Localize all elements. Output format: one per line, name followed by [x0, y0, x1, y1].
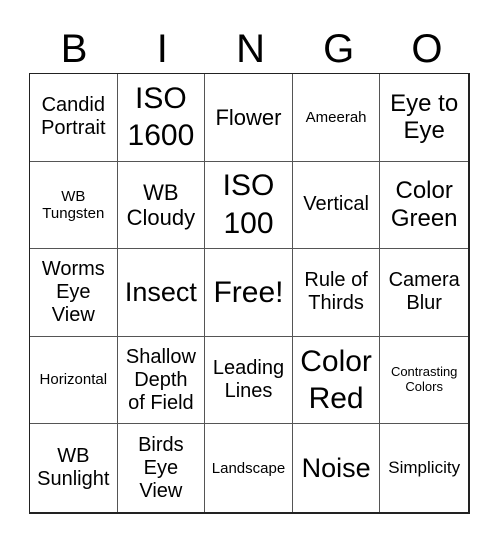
bingo-cell[interactable]: Insect — [117, 249, 206, 337]
bingo-cell[interactable]: Candid Portrait — [30, 74, 118, 162]
bingo-header: B I N G O — [30, 24, 471, 74]
bingo-cell[interactable]: Birds Eye View — [118, 424, 206, 512]
bingo-cell[interactable]: WB Cloudy — [117, 161, 206, 250]
header-letter-b: B — [60, 27, 88, 71]
bingo-cell[interactable]: Leading Lines — [205, 336, 293, 425]
bingo-grid: Candid Portrait ISO 1600 Flower Ameerah … — [29, 73, 470, 514]
bingo-cell[interactable]: Shallow Depth of Field — [117, 336, 206, 425]
bingo-cell[interactable]: Simplicity — [380, 424, 468, 512]
bingo-cell[interactable]: Flower — [205, 74, 293, 162]
bingo-cell[interactable]: ISO 100 — [205, 161, 293, 250]
bingo-cell[interactable]: Camera Blur — [380, 249, 468, 337]
bingo-cell[interactable]: Contrasting Colors — [380, 337, 468, 425]
bingo-cell[interactable]: Landscape — [205, 424, 293, 512]
bingo-cell[interactable]: WB Tungsten — [30, 161, 118, 250]
header-letter-g: G — [323, 27, 355, 71]
bingo-cell[interactable]: Rule of Thirds — [292, 249, 381, 337]
bingo-cell[interactable]: Color Green — [380, 162, 468, 250]
bingo-cell[interactable]: Horizontal — [30, 336, 118, 425]
bingo-cell[interactable]: Worms Eye View — [30, 249, 118, 337]
free-space-cell[interactable]: Free! — [205, 249, 293, 337]
bingo-cell[interactable]: Noise — [293, 424, 381, 512]
header-letter-i: I — [156, 27, 168, 71]
bingo-cell[interactable]: Vertical — [292, 161, 381, 250]
bingo-cell[interactable]: Ameerah — [292, 74, 381, 162]
bingo-cell[interactable]: ISO 1600 — [117, 74, 206, 162]
header-letter-n: N — [236, 27, 265, 71]
bingo-cell[interactable]: Eye to Eye — [380, 74, 468, 162]
header-letter-o: O — [411, 27, 443, 71]
bingo-cell[interactable]: Color Red — [292, 336, 381, 425]
bingo-cell[interactable]: WB Sunlight — [30, 424, 118, 512]
